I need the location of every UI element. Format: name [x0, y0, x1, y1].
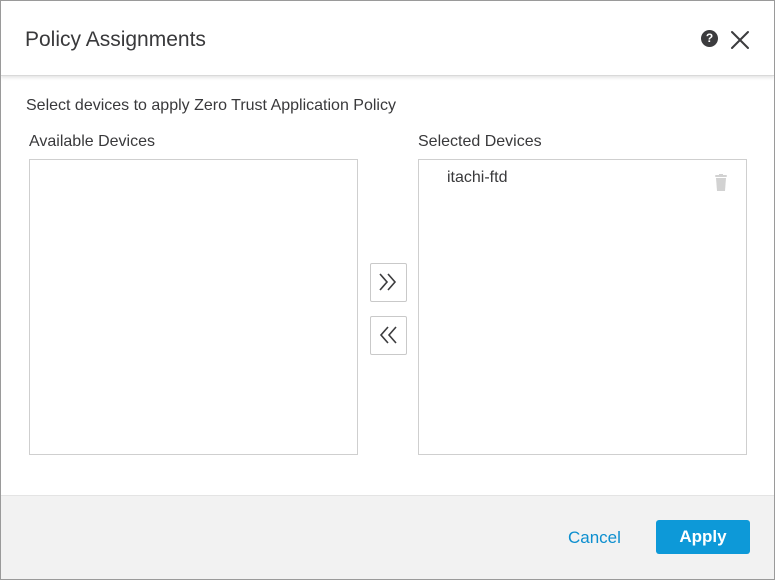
available-devices-label: Available Devices [29, 133, 155, 150]
instructions-text: Select devices to apply Zero Trust Appli… [26, 97, 396, 114]
selected-devices-list[interactable]: itachi-ftd [418, 159, 747, 455]
add-all-button[interactable] [370, 263, 407, 302]
apply-button[interactable]: Apply [656, 520, 750, 554]
list-item-label: itachi-ftd [447, 169, 508, 186]
trash-icon[interactable] [714, 174, 728, 192]
dialog-footer: Cancel Apply [1, 495, 774, 579]
available-devices-list[interactable] [29, 159, 358, 455]
selected-devices-label: Selected Devices [418, 133, 542, 150]
list-item[interactable]: itachi-ftd [447, 169, 746, 191]
help-icon[interactable]: ? [701, 30, 718, 47]
remove-all-button[interactable] [370, 316, 407, 355]
double-chevron-left-icon [379, 326, 397, 344]
dialog-header: Policy Assignments ? [1, 1, 774, 76]
close-icon[interactable] [730, 30, 750, 50]
dialog-title: Policy Assignments [25, 28, 206, 51]
cancel-button[interactable]: Cancel [568, 528, 621, 548]
double-chevron-right-icon [379, 273, 397, 291]
policy-assignments-dialog: Policy Assignments ? Select devices to a… [0, 0, 775, 580]
